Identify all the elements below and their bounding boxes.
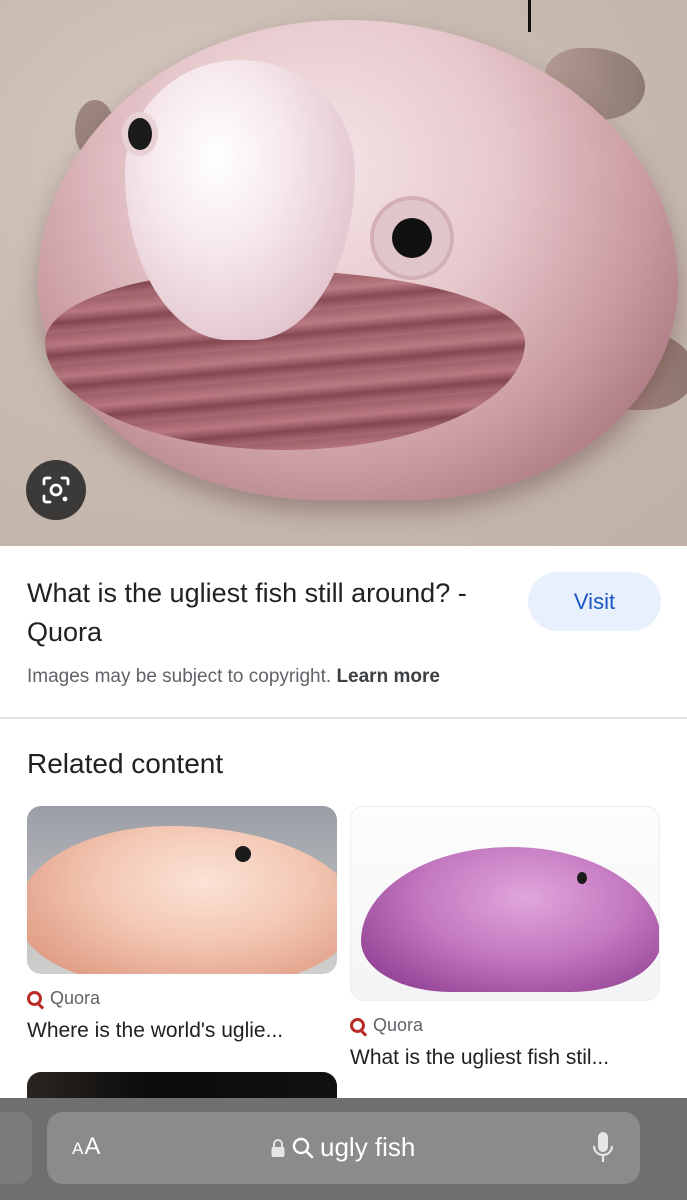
learn-more-link[interactable]: Learn more <box>336 666 439 687</box>
google-lens-button[interactable] <box>26 460 86 520</box>
related-card-source-1[interactable]: Quora <box>27 988 100 1009</box>
related-card-title-1[interactable]: Where is the world's uglie... <box>27 1019 327 1043</box>
fish-eye <box>577 872 587 884</box>
main-fish-image[interactable] <box>0 0 687 546</box>
source-name: Quora <box>373 1015 424 1035</box>
text-size-button[interactable]: AA <box>72 1133 101 1161</box>
text-size-big-a: A <box>84 1133 102 1160</box>
pointer-stick <box>528 0 531 32</box>
fish-thumbnail <box>27 826 337 974</box>
fish-thumbnail <box>361 847 659 992</box>
image-viewer-page: What is the ugliest fish still around? -… <box>0 0 687 1200</box>
related-card-image-2[interactable] <box>350 806 660 1001</box>
microphone-icon[interactable] <box>590 1130 616 1166</box>
visit-button[interactable]: Visit <box>528 572 661 631</box>
previous-tab-edge[interactable] <box>0 1112 32 1184</box>
url-display[interactable]: ugly fish <box>270 1132 415 1163</box>
related-content-heading: Related content <box>27 748 224 779</box>
related-card-image-1[interactable] <box>27 806 337 974</box>
copyright-text: Images may be subject to copyright. <box>27 666 332 687</box>
google-lens-icon <box>42 476 70 504</box>
related-card-title-2[interactable]: What is the ugliest fish stil... <box>350 1046 660 1070</box>
fish-eye-left <box>128 118 152 150</box>
fish-eye-right <box>392 218 432 258</box>
quora-icon <box>27 991 42 1006</box>
quora-icon <box>350 1018 365 1033</box>
search-icon <box>292 1137 314 1158</box>
text-size-small-a: A <box>72 1139 85 1158</box>
fish-eye <box>235 846 251 862</box>
related-card-source-2[interactable]: Quora <box>350 1015 423 1036</box>
url-text: ugly fish <box>320 1132 416 1162</box>
result-title[interactable]: What is the ugliest fish still around? -… <box>27 574 487 652</box>
divider <box>0 717 687 719</box>
lock-icon <box>271 1138 285 1157</box>
source-name: Quora <box>50 988 101 1008</box>
copyright-notice: Images may be subject to copyright. Lear… <box>27 666 440 688</box>
